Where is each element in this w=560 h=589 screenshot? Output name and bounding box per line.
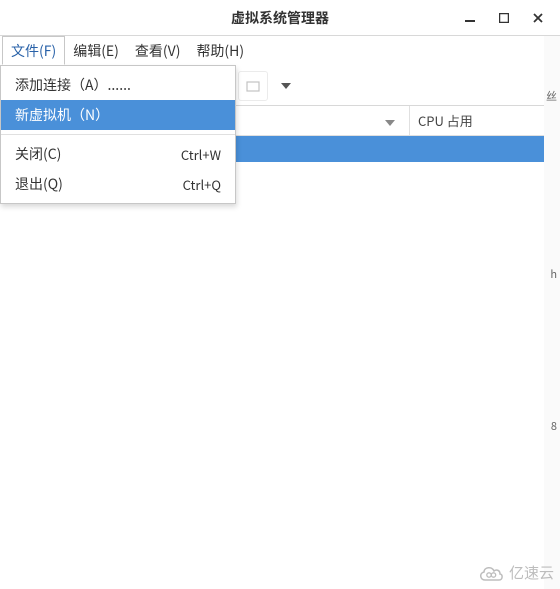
watermark: 亿速云 [478,562,554,583]
menu-view[interactable]: 查看(V) [127,36,189,65]
chevron-down-icon [281,83,291,89]
open-icon [245,78,261,94]
open-tool-button[interactable] [238,71,268,101]
crop-glyph: 丝 [546,88,557,104]
menu-edit[interactable]: 编辑(E) [65,36,127,65]
cloud-icon [478,564,504,582]
menu-help[interactable]: 帮助(H) [188,36,252,65]
crop-glyph: 8 [551,418,557,434]
menu-item-quit[interactable]: 退出(Q) Ctrl+Q [1,169,235,199]
minimize-button[interactable] [462,10,478,26]
sort-indicator-icon [385,111,395,130]
menu-item-close[interactable]: 关闭(C) Ctrl+W [1,139,235,169]
maximize-button[interactable] [496,10,512,26]
menu-item-accel: Ctrl+W [181,145,221,164]
window-controls [462,0,556,36]
vm-list-area [0,166,560,589]
menu-item-label: 退出(Q) [15,174,63,194]
file-menu-dropdown: 添加连接（A）...... 新虚拟机（N） 关闭(C) Ctrl+W 退出(Q)… [0,65,236,204]
menu-item-accel: Ctrl+Q [183,175,221,194]
watermark-text: 亿速云 [509,562,554,583]
menu-item-label: 新虚拟机（N） [15,105,109,125]
menu-item-new-vm[interactable]: 新虚拟机（N） [1,100,235,130]
titlebar: 虚拟系统管理器 [0,0,560,36]
window-title: 虚拟系统管理器 [231,8,329,28]
menu-separator [1,134,235,135]
right-crop-strip: 丝 h 8 [544,36,560,589]
menu-item-add-connection[interactable]: 添加连接（A）...... [1,70,235,100]
close-button[interactable] [530,10,546,26]
menu-item-label: 添加连接（A）...... [15,75,131,95]
toolbar-dropdown[interactable] [274,71,298,101]
menu-file[interactable]: 文件(F) [2,36,65,65]
menu-item-label: 关闭(C) [15,144,61,164]
column-cpu[interactable]: CPU 占用 [410,106,560,135]
menubar: 文件(F) 编辑(E) 查看(V) 帮助(H) [0,36,560,66]
crop-glyph: h [550,266,557,282]
